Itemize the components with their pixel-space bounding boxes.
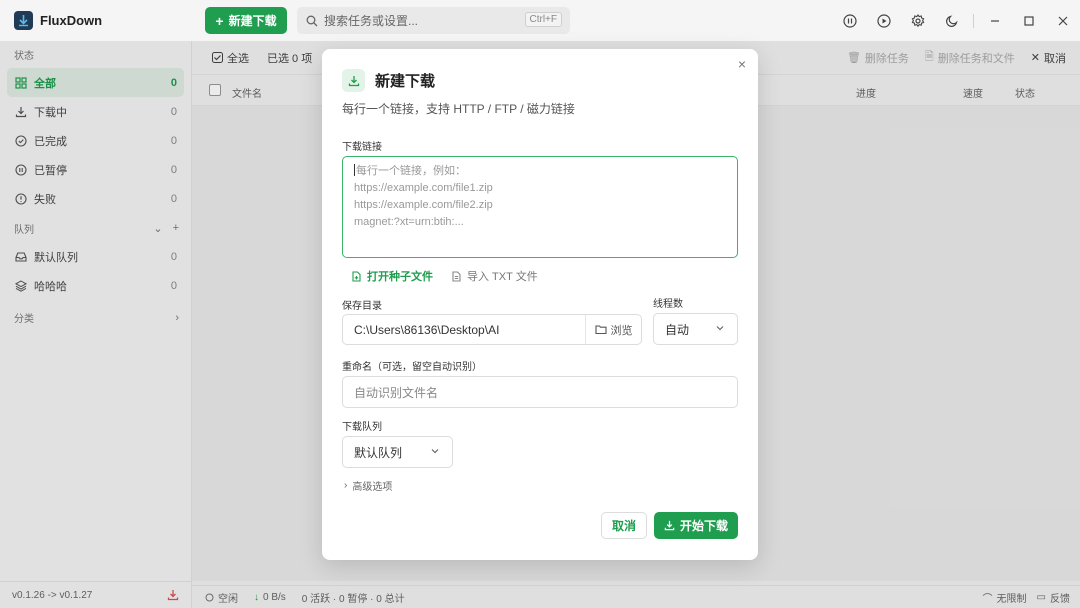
new-download-button[interactable]: + 新建下载	[205, 7, 287, 34]
browse-button[interactable]: 浏览	[585, 315, 641, 344]
new-download-dialog: × 新建下载 每行一个链接，支持 HTTP / FTP / 磁力链接 下载链接 …	[322, 49, 758, 560]
save-dir-label: 保存目录	[342, 301, 382, 312]
chevron-down-icon	[431, 449, 439, 454]
new-download-label: 新建下载	[228, 14, 277, 28]
app-logo-icon	[14, 11, 33, 30]
rename-input[interactable]: 自动识别文件名	[342, 376, 738, 408]
pause-all-icon[interactable]	[833, 0, 867, 41]
cancel-button[interactable]: 取消	[601, 512, 647, 539]
queue-select[interactable]: 默认队列	[342, 436, 453, 468]
links-textarea[interactable]: 每行一个链接，例如： https://example.com/file1.zip…	[342, 156, 738, 258]
threads-label: 线程数	[653, 299, 683, 310]
advanced-options-toggle[interactable]: › 高级选项	[344, 478, 392, 493]
title-bar: FluxDown + 新建下载 搜索任务或设置... Ctrl+F	[0, 0, 1080, 41]
open-torrent-button[interactable]: 打开种子文件	[351, 268, 433, 284]
file-plus-icon	[352, 270, 361, 282]
start-download-button[interactable]: 开始下载	[654, 512, 738, 539]
download-icon	[664, 520, 675, 531]
save-dir-value: C:\Users\86136\Desktop\AI	[354, 322, 500, 337]
rename-placeholder: 自动识别文件名	[354, 385, 439, 400]
import-txt-button[interactable]: 导入 TXT 文件	[451, 268, 538, 284]
resume-all-icon[interactable]	[867, 0, 901, 41]
download-icon	[342, 69, 365, 92]
placeholder-line: magnet:?xt=urn:btih:...	[354, 216, 464, 228]
settings-gear-icon[interactable]	[901, 0, 935, 41]
file-text-icon	[452, 270, 461, 282]
dialog-subtitle: 每行一个链接，支持 HTTP / FTP / 磁力链接	[342, 102, 575, 116]
search-input[interactable]: 搜索任务或设置... Ctrl+F	[297, 7, 570, 34]
rename-label: 重命名（可选，留空自动识别）	[342, 362, 482, 373]
folder-icon	[594, 325, 607, 335]
close-window-icon[interactable]	[1046, 0, 1080, 41]
maximize-icon[interactable]	[1012, 0, 1046, 41]
dialog-close-icon[interactable]: ×	[735, 57, 749, 71]
links-label: 下载链接	[342, 142, 382, 153]
divider	[973, 13, 974, 28]
app-name: FluxDown	[40, 13, 103, 28]
text-caret	[354, 164, 355, 176]
search-shortcut: Ctrl+F	[524, 12, 562, 27]
placeholder-line: https://example.com/file2.zip	[354, 199, 493, 211]
placeholder-line: 每行一个链接，例如：	[356, 165, 466, 177]
threads-value: 自动	[665, 322, 690, 337]
placeholder-line: https://example.com/file1.zip	[354, 182, 493, 194]
dialog-title: 新建下载	[375, 73, 436, 90]
search-icon	[306, 15, 318, 26]
queue-label: 下载队列	[342, 422, 382, 433]
chevron-down-icon	[716, 326, 724, 331]
chevron-right-icon: ›	[344, 480, 348, 491]
theme-moon-icon[interactable]	[935, 0, 969, 41]
plus-icon: +	[215, 12, 224, 29]
brand: FluxDown	[0, 0, 192, 41]
search-placeholder: 搜索任务或设置...	[324, 14, 419, 28]
minimize-icon[interactable]	[978, 0, 1012, 41]
threads-select[interactable]: 自动	[653, 313, 738, 345]
queue-value: 默认队列	[354, 445, 403, 460]
save-dir-input[interactable]: C:\Users\86136\Desktop\AI 浏览	[342, 314, 642, 345]
